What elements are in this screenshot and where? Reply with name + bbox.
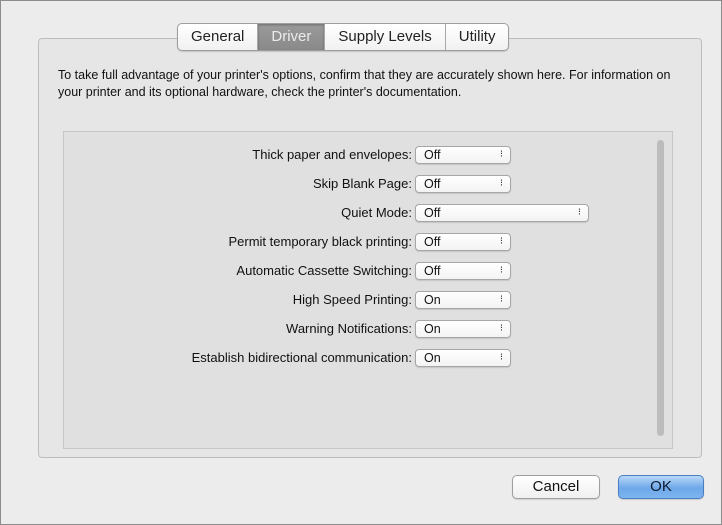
cassette-switching-popup[interactable]: Off ⁝ (415, 262, 511, 280)
updown-arrows-icon: ⁝ (577, 207, 581, 218)
popup-value: On (424, 322, 441, 336)
popup-value: Off (424, 206, 441, 220)
bidirectional-popup[interactable]: On ⁝ (415, 349, 511, 367)
updown-arrows-icon: ⁝ (499, 352, 503, 363)
popup-value: On (424, 351, 441, 365)
option-row-quiet-mode: Quiet Mode: (1, 203, 412, 223)
option-label: Permit temporary black printing: (228, 234, 412, 249)
tab-general[interactable]: General (178, 24, 259, 50)
updown-arrows-icon: ⁝ (499, 294, 503, 305)
option-row-temporary-black: Permit temporary black printing: (1, 232, 412, 252)
warning-notifications-popup[interactable]: On ⁝ (415, 320, 511, 338)
option-row-cassette-switching: Automatic Cassette Switching: (1, 261, 412, 281)
skip-blank-page-popup[interactable]: Off ⁝ (415, 175, 511, 193)
option-label: Warning Notifications: (286, 321, 412, 336)
option-label: Thick paper and envelopes: (252, 147, 412, 162)
tab-bar: General Driver Supply Levels Utility (177, 23, 510, 51)
option-label: Automatic Cassette Switching: (236, 263, 412, 278)
description-text: To take full advantage of your printer's… (58, 68, 671, 99)
popup-value: Off (424, 235, 441, 249)
option-row-skip-blank-page: Skip Blank Page: (1, 174, 412, 194)
option-label: Establish bidirectional communication: (191, 350, 412, 365)
temporary-black-popup[interactable]: Off ⁝ (415, 233, 511, 251)
updown-arrows-icon: ⁝ (499, 323, 503, 334)
option-label: High Speed Printing: (292, 292, 412, 307)
popup-value: Off (424, 177, 441, 191)
quiet-mode-popup[interactable]: Off ⁝ (415, 204, 589, 222)
tab-driver[interactable]: Driver (258, 24, 326, 50)
popup-value: Off (424, 148, 441, 162)
popup-value: Off (424, 264, 441, 278)
tab-supply-levels[interactable]: Supply Levels (325, 24, 446, 50)
driver-settings-window: General Driver Supply Levels Utility To … (0, 0, 722, 525)
tab-utility[interactable]: Utility (446, 24, 509, 50)
option-row-high-speed: High Speed Printing: (1, 290, 412, 310)
updown-arrows-icon: ⁝ (499, 178, 503, 189)
option-row-bidirectional: Establish bidirectional communication: (1, 348, 412, 368)
updown-arrows-icon: ⁝ (499, 236, 503, 247)
cancel-button[interactable]: Cancel (512, 475, 600, 499)
ok-button[interactable]: OK (618, 475, 704, 499)
high-speed-popup[interactable]: On ⁝ (415, 291, 511, 309)
option-row-warning-notifications: Warning Notifications: (1, 319, 412, 339)
updown-arrows-icon: ⁝ (499, 265, 503, 276)
option-row-thick-paper: Thick paper and envelopes: (1, 145, 412, 165)
option-label: Quiet Mode: (341, 205, 412, 220)
popup-value: On (424, 293, 441, 307)
options-scrollbar[interactable] (657, 140, 664, 436)
updown-arrows-icon: ⁝ (499, 149, 503, 160)
option-label: Skip Blank Page: (312, 176, 412, 191)
thick-paper-popup[interactable]: Off ⁝ (415, 146, 511, 164)
